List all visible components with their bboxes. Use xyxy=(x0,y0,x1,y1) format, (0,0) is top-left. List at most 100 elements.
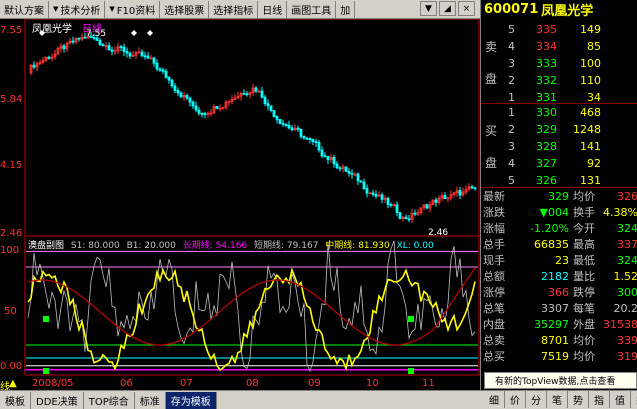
stock-name: 凤凰光学 xyxy=(541,4,594,19)
stat-label: 均价 xyxy=(573,334,595,347)
quote-row[interactable]: 1 330 468 xyxy=(481,104,637,120)
toolbar-select-indicator-label: 选择指标 xyxy=(213,5,254,17)
date-label-2: 07 xyxy=(180,378,193,389)
candle-body xyxy=(77,37,81,40)
stat-value: 329 xyxy=(548,189,569,203)
quote-row[interactable]: 现手 23 最低 324 xyxy=(481,252,637,268)
candle-body xyxy=(335,163,339,169)
candle-body xyxy=(155,62,159,70)
candle-body xyxy=(242,93,246,95)
candle-body xyxy=(254,87,258,92)
quote-divider xyxy=(481,187,637,188)
toolbar-period-label: 日线 xyxy=(262,5,283,17)
candle-body xyxy=(110,49,114,52)
close-icon[interactable]: × xyxy=(458,1,475,16)
indicator-short: 短期线: 79.167 xyxy=(254,241,319,251)
sell-level: 1 xyxy=(508,90,515,104)
candle-body xyxy=(119,46,123,48)
quote-row[interactable]: 涨停 366 跌停 300 xyxy=(481,284,637,300)
quote-row[interactable]: 总笔 3307 每笔 20.2 xyxy=(481,300,637,316)
dropdown-icon[interactable]: ▼ xyxy=(420,1,437,16)
chart-canvas[interactable] xyxy=(0,19,480,390)
topview-notice[interactable]: 有新的TopView数据,点击查看 xyxy=(484,372,637,389)
toolbar-scheme-button[interactable]: 默认方案 xyxy=(0,0,49,18)
buy-price: 327 xyxy=(536,156,557,170)
right-tab-3[interactable]: 笔 xyxy=(547,391,568,408)
candle-body xyxy=(272,110,276,117)
indicator-long: 长期线: 54.166 xyxy=(182,241,248,251)
topview-notice-text: 有新的TopView数据,点击查看 xyxy=(495,377,616,387)
indicator-s1: S1: 80.000 xyxy=(70,241,120,251)
quote-row[interactable]: 总买 7519 均价 319 xyxy=(481,348,637,364)
quote-row[interactable]: 4 334 85 xyxy=(481,38,637,54)
quote-row[interactable]: 内盘 35297 外盘 31538 xyxy=(481,316,637,332)
stat-value: 8701 xyxy=(541,333,569,347)
quote-row[interactable]: 2 332 110 xyxy=(481,72,637,88)
tab-top[interactable]: TOP综合 xyxy=(84,391,135,409)
tab-standard[interactable]: 标准 xyxy=(135,391,166,409)
tab-template[interactable]: 模板 xyxy=(0,391,31,409)
quote-row[interactable]: 总卖 8701 均价 339 xyxy=(481,332,637,348)
signal-marker-icon xyxy=(43,368,49,374)
candle-body xyxy=(290,127,294,131)
kline-chart-area[interactable]: 凤凰光学 日线 7.55 5.84 4.15 2.46 7.55 2.46 澳盘… xyxy=(0,19,480,393)
candle-body xyxy=(32,64,36,68)
candle-body xyxy=(362,181,366,189)
sell-price: 333 xyxy=(536,56,557,70)
sell-level: 4 xyxy=(508,39,515,53)
toolbar-add-button[interactable]: 加 xyxy=(336,0,356,18)
right-tab-5[interactable]: 指 xyxy=(589,391,610,408)
tab-dde[interactable]: DDE决策 xyxy=(31,391,84,409)
stat-label: 量比 xyxy=(573,270,595,283)
candle-body xyxy=(278,118,282,124)
stat-label: 总手 xyxy=(483,238,505,251)
right-tab-2[interactable]: 分 xyxy=(526,391,547,408)
candle-body xyxy=(284,124,288,126)
quote-row[interactable]: 5 335 149 xyxy=(481,21,637,37)
quote-row[interactable]: 3 333 100 xyxy=(481,55,637,71)
right-tab-4[interactable]: 势 xyxy=(568,391,589,408)
candle-body xyxy=(302,135,306,139)
quote-row[interactable]: 最新 329 均价 326 xyxy=(481,188,637,204)
candle-body xyxy=(296,127,300,130)
stat-value: 326 xyxy=(617,189,637,203)
stat-label: 涨停 xyxy=(483,286,505,299)
right-tab-1[interactable]: 价 xyxy=(505,391,526,408)
quote-row[interactable]: 2 329 1248 xyxy=(481,121,637,137)
toolbar-period-button[interactable]: 日线 xyxy=(258,0,288,18)
buy-volume: 131 xyxy=(580,173,601,187)
toolbar-draw-button[interactable]: 画图工具 xyxy=(287,0,337,18)
buy-level: 1 xyxy=(508,105,515,119)
quote-row[interactable]: 4 327 92 xyxy=(481,155,637,171)
toolbar-f10-button[interactable]: ▼ F10资料 xyxy=(105,0,161,18)
stat-label: 总卖 xyxy=(483,334,505,347)
date-label-5: 10 xyxy=(366,378,379,389)
right-tab-0[interactable]: 细 xyxy=(484,391,505,408)
candle-body xyxy=(344,166,348,172)
right-tab-7[interactable]: 筹 xyxy=(631,391,637,408)
quote-row[interactable]: 5 326 131 xyxy=(481,172,637,188)
quote-row[interactable]: 总手 66835 最高 337 xyxy=(481,236,637,252)
bottom-tab-bar: 模板 DDE决策 TOP综合 标准 存为模板 细价分笔势指值筹 xyxy=(0,390,637,409)
stat-value: 319 xyxy=(617,349,637,363)
toolbar-select-indicator-button[interactable]: 选择指标 xyxy=(209,0,259,18)
signal-marker-icon xyxy=(408,316,414,322)
stat-label: 最高 xyxy=(573,238,595,251)
right-tab-6[interactable]: 值 xyxy=(610,391,631,408)
toolbar-analysis-button[interactable]: ▼ 技术分析 xyxy=(49,0,106,18)
stat-value: 3307 xyxy=(541,301,569,315)
stat-label: 跌停 xyxy=(573,286,595,299)
candle-body xyxy=(260,90,264,98)
toolbar-analysis-label: 技术分析 xyxy=(60,5,101,17)
toolbar-select-stock-button[interactable]: 选择股票 xyxy=(160,0,210,18)
tab-save-template[interactable]: 存为模板 xyxy=(165,391,217,409)
candle-body xyxy=(125,50,129,54)
quote-row[interactable]: 总额 2182 量比 1.52 xyxy=(481,268,637,284)
quote-row[interactable]: 涨幅 -1.20% 今开 324 xyxy=(481,220,637,236)
candle-body xyxy=(47,56,51,59)
stat-value: 7519 xyxy=(541,349,569,363)
candle-body xyxy=(263,96,267,105)
quote-row[interactable]: 涨跌 ▼004 换手 4.38% xyxy=(481,204,637,220)
quote-row[interactable]: 3 328 141 xyxy=(481,138,637,154)
resize-icon[interactable]: ◢ xyxy=(439,1,456,16)
